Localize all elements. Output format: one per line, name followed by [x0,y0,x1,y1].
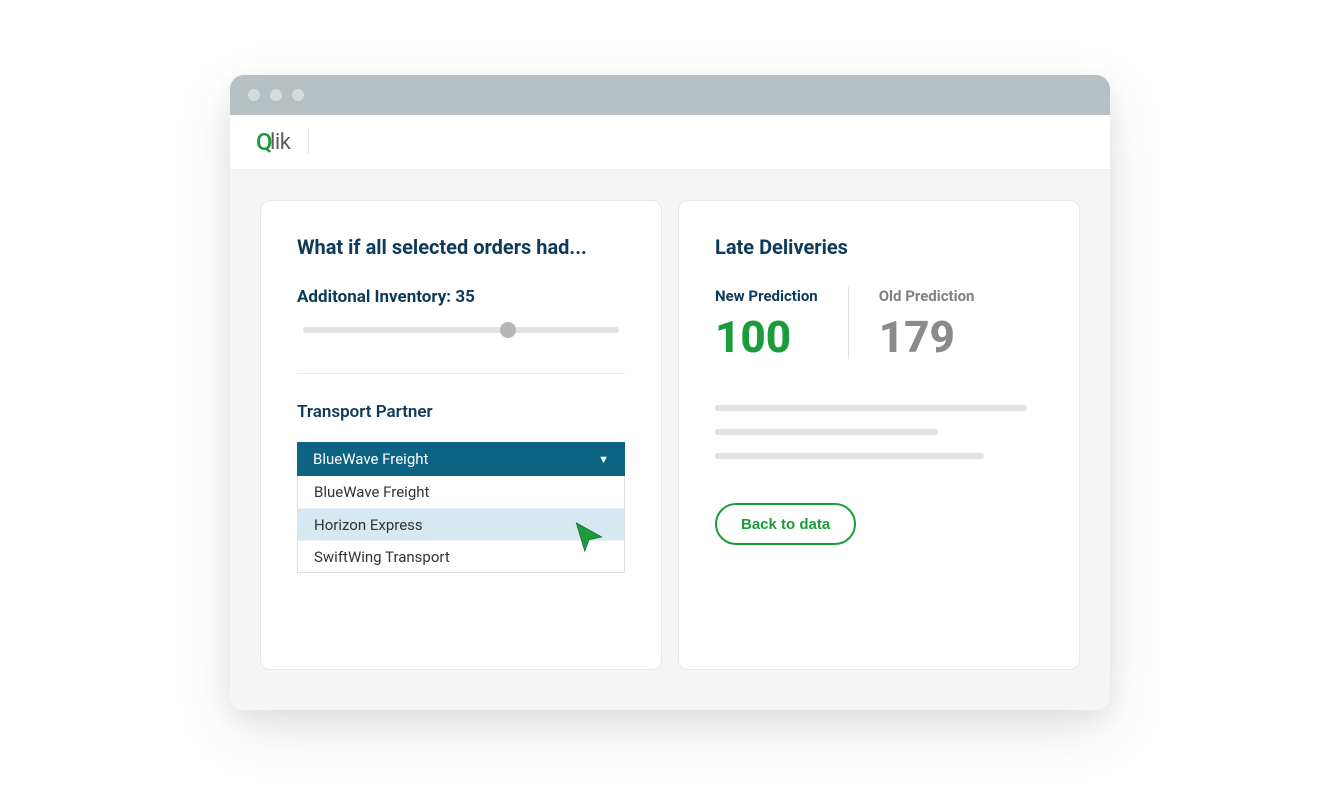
placeholder-line [715,405,1027,411]
chevron-down-icon: ▼ [598,453,609,466]
inventory-slider[interactable] [303,327,619,333]
old-prediction-label: Old Prediction [879,287,975,305]
app-header: Qlik [230,115,1110,170]
dropdown-selected[interactable]: BlueWave Freight ▼ [297,442,625,476]
slider-thumb[interactable] [500,322,516,338]
transport-partner-dropdown[interactable]: BlueWave Freight ▼ BlueWave Freight Hori… [297,442,625,573]
new-prediction-block: New Prediction 100 [715,287,818,359]
content-area: What if all selected orders had... Addit… [230,170,1110,710]
transport-partner-label: Transport Partner [297,402,625,422]
whatif-title: What if all selected orders had... [297,235,625,259]
window-title-bar [230,75,1110,115]
window-maximize-dot[interactable] [292,89,304,101]
qlik-logo-text: lik [270,130,290,155]
dropdown-item-swiftwing[interactable]: SwiftWing Transport [298,540,624,572]
header-divider [308,130,309,154]
inventory-label: Additonal Inventory: 35 [297,287,625,307]
old-prediction-value: 179 [879,315,975,359]
dropdown-item-horizon[interactable]: Horizon Express [298,508,624,540]
back-to-data-button[interactable]: Back to data [715,503,856,545]
window-close-dot[interactable] [248,89,260,101]
dropdown-selected-label: BlueWave Freight [313,450,428,468]
browser-window: Qlik What if all selected orders had... … [230,75,1110,710]
dropdown-list: BlueWave Freight Horizon Express SwiftWi… [297,476,625,573]
placeholder-line [715,453,984,459]
dropdown-item-bluewave[interactable]: BlueWave Freight [298,476,624,508]
predictions-row: New Prediction 100 Old Prediction 179 [715,287,1043,359]
old-prediction-block: Old Prediction 179 [879,287,975,359]
new-prediction-label: New Prediction [715,287,818,305]
qlik-logo: Qlik [256,128,290,156]
whatif-card: What if all selected orders had... Addit… [260,200,662,670]
placeholder-line [715,429,938,435]
new-prediction-value: 100 [715,315,818,359]
section-divider [297,373,625,374]
late-deliveries-title: Late Deliveries [715,235,1043,259]
prediction-divider [848,287,849,359]
late-deliveries-card: Late Deliveries New Prediction 100 Old P… [678,200,1080,670]
window-minimize-dot[interactable] [270,89,282,101]
placeholder-text-lines [715,405,1043,459]
